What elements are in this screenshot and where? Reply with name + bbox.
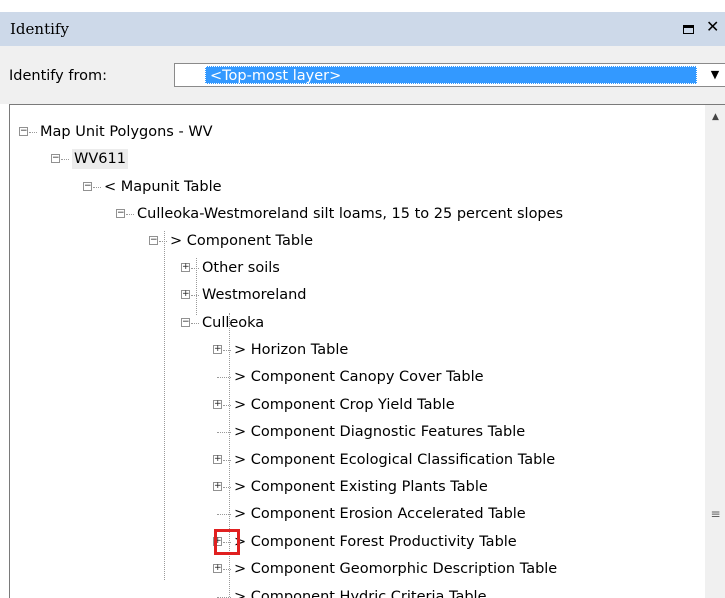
tree-node-label[interactable]: > Component Forest Productivity Table [234,532,517,552]
tree-node-label[interactable]: > Component Geomorphic Description Table [234,559,557,579]
tree-node-label[interactable]: < Mapunit Table [104,177,222,197]
tree-node-label[interactable]: > Component Table [170,231,313,251]
expand-plus-icon[interactable]: + [213,564,222,573]
collapse-minus-icon[interactable]: − [19,127,28,136]
vertical-scrollbar[interactable]: ▲ ≡ [705,105,725,598]
tree-node-label[interactable]: > Component Canopy Cover Table [234,367,484,387]
tree-guide-line [164,231,165,580]
window-titlebar: Identify ✕ [0,12,725,46]
tree-node-label[interactable]: Westmoreland [202,285,307,305]
scroll-up-arrow-icon[interactable]: ▲ [705,107,725,127]
tree-connector-line [191,268,199,269]
expand-plus-icon[interactable]: + [213,455,222,464]
tree-connector-line [29,132,37,133]
tree-node-label[interactable]: > Component Ecological Classification Ta… [234,450,555,470]
tree-connector-line [191,323,199,324]
tree-node-label[interactable]: > Component Diagnostic Features Table [234,422,525,442]
tree-node-label[interactable]: Other soils [202,258,280,278]
tree-connector-line [217,432,231,433]
collapse-minus-icon[interactable]: − [51,154,60,163]
results-tree[interactable]: − Map Unit Polygons - WV − WV611 − < Mapunit … [9,104,725,598]
tree-connector-line [217,514,231,515]
tree-node-label[interactable]: > Component Hydric Criteria Table [234,587,487,598]
expand-plus-icon[interactable]: + [213,482,222,491]
collapse-minus-icon[interactable]: − [149,236,158,245]
tree-connector-line [191,295,199,296]
tree-connector-line [223,487,231,488]
scroll-thumb-grip-icon[interactable]: ≡ [705,508,725,520]
highlight-box [214,529,240,555]
tree-node-label[interactable]: > Component Erosion Accelerated Table [234,504,526,524]
expand-plus-icon[interactable]: + [213,400,222,409]
tree-connector-line [223,405,231,406]
tree-connector-line [223,569,231,570]
expand-plus-icon[interactable]: + [181,290,190,299]
expand-plus-icon[interactable]: + [213,345,222,354]
dropdown-arrow-icon[interactable]: ▼ [704,64,725,86]
tree-node-label[interactable]: WV611 [72,149,128,169]
tree-connector-line [217,377,231,378]
tree-connector-line [126,214,134,215]
tree-node-label[interactable]: Map Unit Polygons - WV [40,122,213,142]
tree-connector-line [223,460,231,461]
tree-node-label[interactable]: > Component Existing Plants Table [234,477,488,497]
tree-guide-line [196,258,197,315]
identify-from-selected-value[interactable]: <Top-most layer> [205,66,697,84]
tree-node-label[interactable]: Culleoka [202,313,264,333]
tree-guide-line [229,313,230,598]
tree-connector-line [159,241,167,242]
collapse-minus-icon[interactable]: − [116,209,125,218]
tree-node-label[interactable]: Culleoka-Westmoreland silt loams, 15 to … [137,204,563,224]
tree-connector-line [93,187,101,188]
identify-from-dropdown[interactable]: <Top-most layer> ▼ [174,63,725,87]
tree-connector-line [223,350,231,351]
tree-connector-line [61,159,69,160]
window-title: Identify [10,20,69,38]
collapse-minus-icon[interactable]: − [83,182,92,191]
maximize-icon[interactable] [683,25,694,34]
identify-from-label: Identify from: [9,68,107,84]
expand-plus-icon[interactable]: + [181,263,190,272]
identify-from-row: Identify from: <Top-most layer> ▼ [0,46,725,104]
tree-node-label[interactable]: > Horizon Table [234,340,348,360]
collapse-minus-icon[interactable]: − [181,318,190,327]
tree-node-label[interactable]: > Component Crop Yield Table [234,395,455,415]
close-icon[interactable]: ✕ [706,17,719,36]
